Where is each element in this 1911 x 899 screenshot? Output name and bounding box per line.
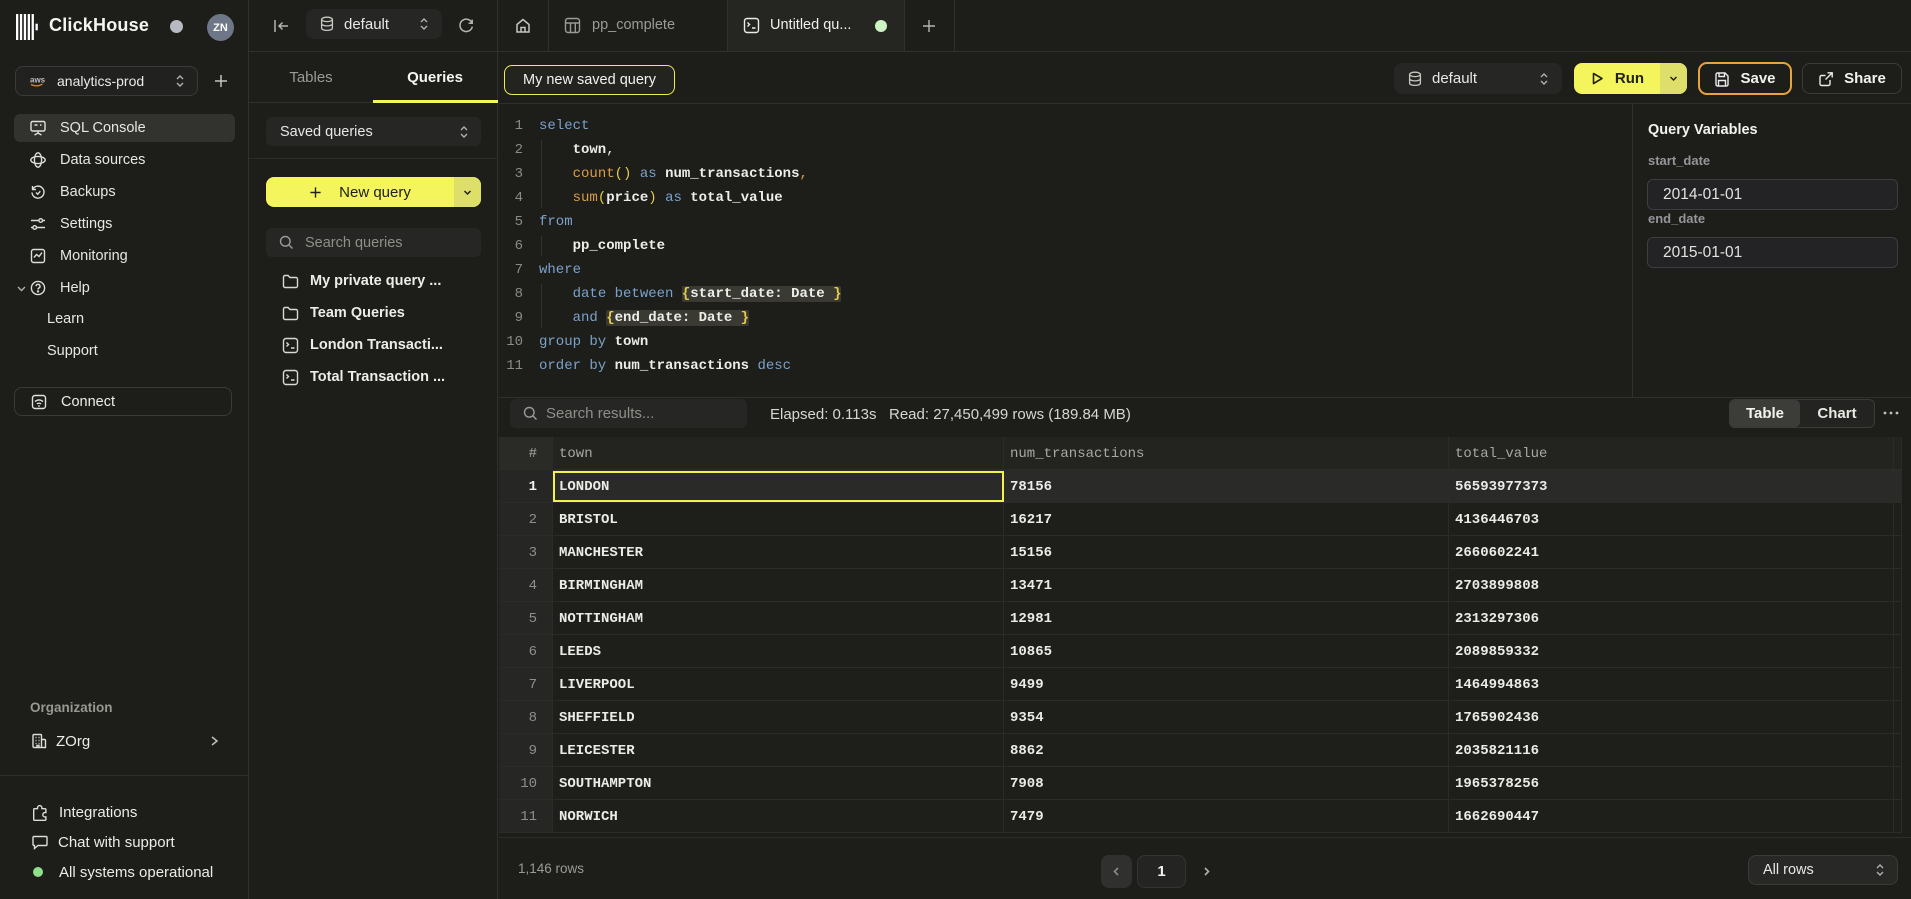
svg-text:aws: aws bbox=[30, 76, 46, 85]
